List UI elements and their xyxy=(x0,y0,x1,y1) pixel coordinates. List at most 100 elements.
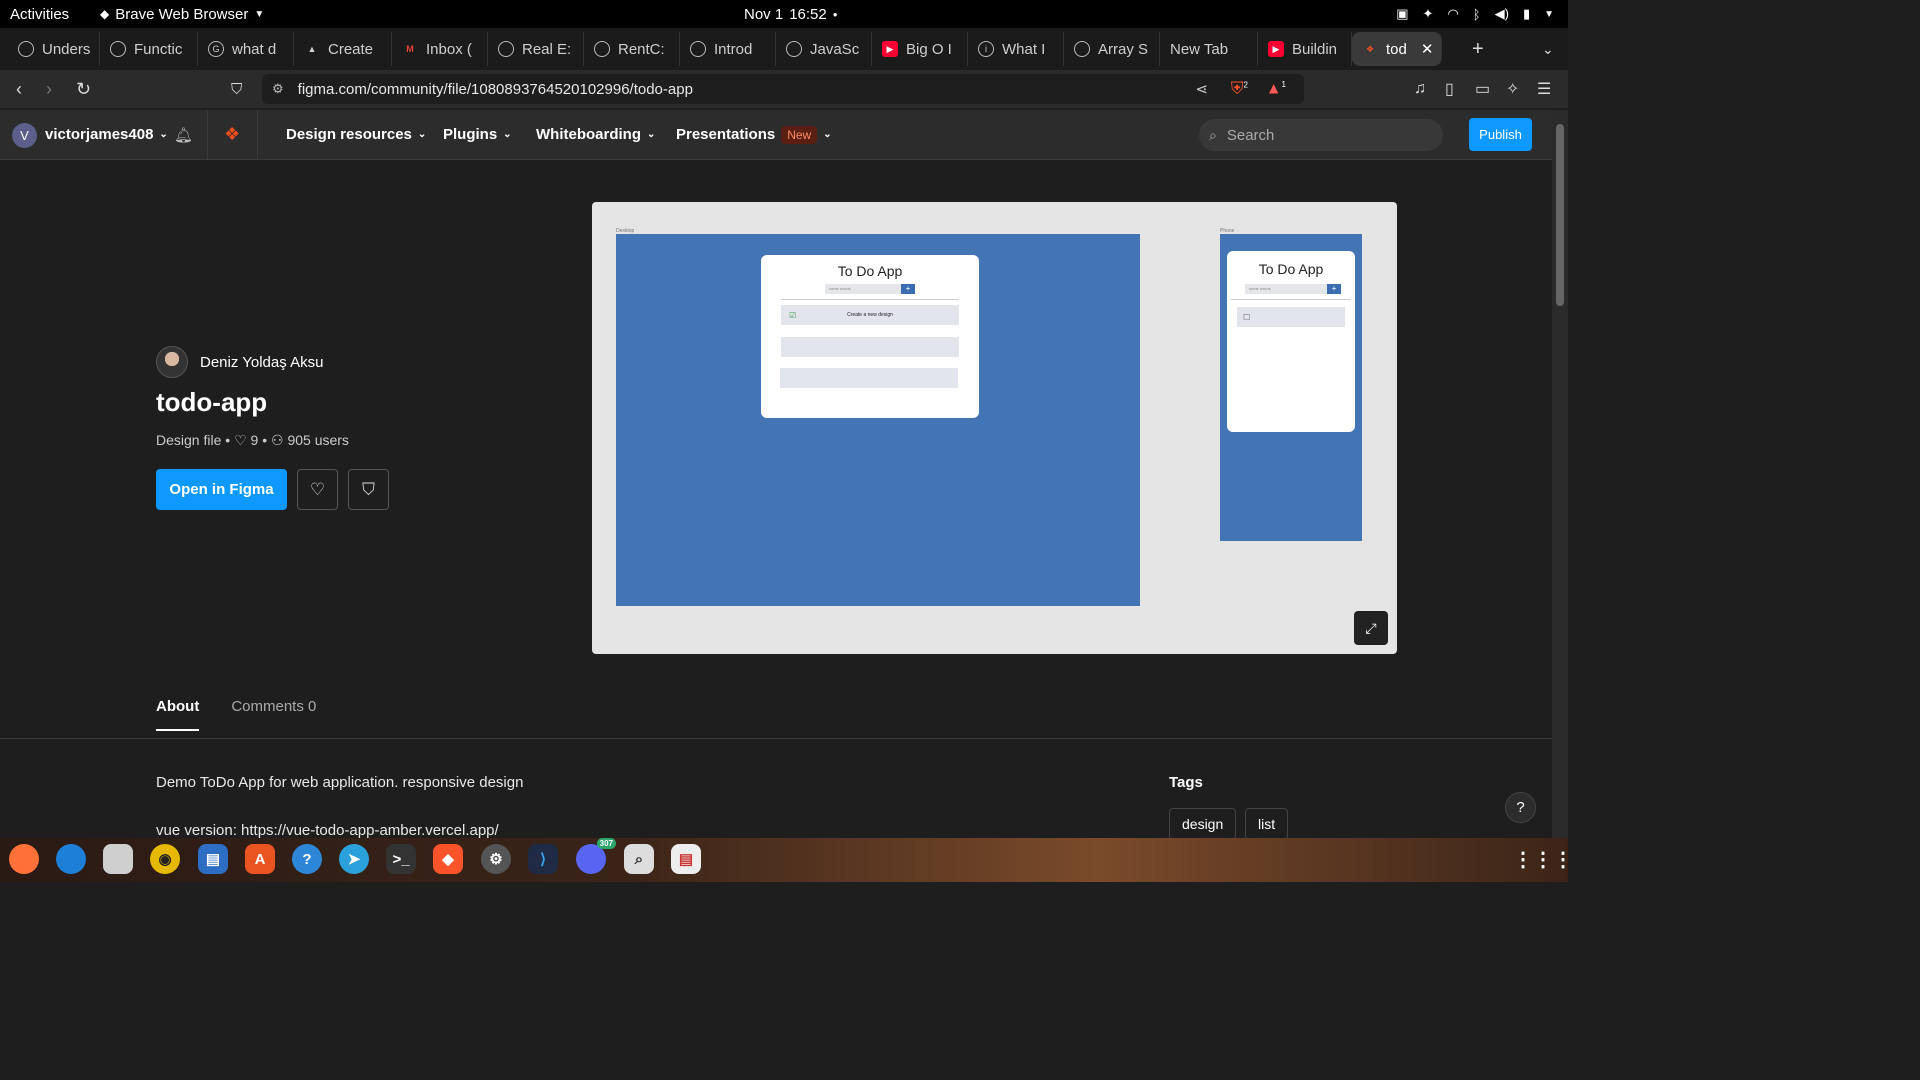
user-menu[interactable]: victorjames408 ⌄ xyxy=(45,126,168,143)
browser-tab[interactable]: i What I xyxy=(968,32,1064,66)
terminal-icon[interactable]: >_ xyxy=(386,844,416,874)
browser-tab[interactable]: RentC: xyxy=(584,32,680,66)
url-bar[interactable]: ⚙ figma.com/community/file/1080893764520… xyxy=(262,74,1304,104)
back-icon[interactable]: ‹ xyxy=(16,79,22,100)
browser-tab[interactable]: Array S xyxy=(1064,32,1160,66)
file-type: Design file xyxy=(156,432,222,448)
browser-tab[interactable]: Introd xyxy=(680,32,776,66)
help-app-icon[interactable]: ? xyxy=(292,844,322,874)
browser-tab[interactable]: Functic xyxy=(100,32,198,66)
browser-tab[interactable]: ▶ Big O I xyxy=(872,32,968,66)
sidebar-icon[interactable]: ▯ xyxy=(1445,79,1454,99)
tag-chip[interactable]: design xyxy=(1169,808,1237,840)
expand-icon[interactable]: ⤢ xyxy=(1354,611,1388,645)
tab-favicon-icon xyxy=(18,41,34,57)
reload-icon[interactable]: ↻ xyxy=(76,79,91,100)
discord-icon[interactable]: 307 xyxy=(576,838,616,874)
chevron-down-icon: ▼ xyxy=(254,8,265,20)
todo-input: some words xyxy=(825,284,901,294)
browser-tab[interactable]: Gwhat d xyxy=(198,32,294,66)
browser-tab[interactable]: Real E: xyxy=(488,32,584,66)
brave-rewards-icon[interactable]: ▲1 xyxy=(1266,80,1286,98)
help-icon[interactable]: ? xyxy=(1505,792,1536,823)
share-icon[interactable]: ⋖ xyxy=(1195,80,1208,98)
brave-icon[interactable]: ◆ xyxy=(433,844,463,874)
time: 16:52 xyxy=(789,5,827,23)
search-input[interactable]: ⌕ Search xyxy=(1199,119,1443,151)
document-viewer-icon[interactable]: ▤ xyxy=(671,844,701,874)
tab-about[interactable]: About xyxy=(156,698,200,731)
app-name: Brave Web Browser xyxy=(115,5,249,23)
menu-whiteboarding[interactable]: Whiteboarding ⌄ xyxy=(536,126,655,143)
open-in-figma-button[interactable]: Open in Figma xyxy=(156,469,287,510)
vscode-icon[interactable]: ⟩ xyxy=(528,844,558,874)
tag-chip[interactable]: list xyxy=(1245,808,1289,840)
author[interactable]: Deniz Yoldaş Aksu xyxy=(156,346,323,378)
todo-item xyxy=(781,337,959,357)
activities-button[interactable]: Activities xyxy=(10,6,69,23)
firefox-icon[interactable] xyxy=(9,844,39,874)
browser-tab-active[interactable]: ❖ tod ✕ xyxy=(1352,32,1442,66)
browser-tab[interactable]: New Tab xyxy=(1160,32,1258,66)
menu-plugins[interactable]: Plugins ⌄ xyxy=(443,126,512,143)
browser-tab[interactable]: ▲ Create xyxy=(294,32,392,66)
settings-icon[interactable]: ⚙ xyxy=(481,844,511,874)
new-tab-icon[interactable]: + xyxy=(1472,38,1484,61)
tags-heading: Tags xyxy=(1169,774,1203,791)
tab-comments[interactable]: Comments 0 xyxy=(231,698,316,731)
google-icon: G xyxy=(208,41,224,57)
rhythmbox-icon[interactable]: ◉ xyxy=(150,844,180,874)
system-tray[interactable]: ▣ ✦ ◠ ᛒ ◀) ▮ ▼ xyxy=(1396,6,1554,22)
tab-favicon-icon: ▲ xyxy=(307,44,317,54)
forward-icon[interactable]: › xyxy=(46,79,52,100)
bookmark-icon[interactable]: ⛉ xyxy=(231,81,242,98)
discord-badge: 307 xyxy=(596,838,616,849)
menu-presentations[interactable]: Presentations New ⌄ xyxy=(676,125,832,144)
bookmark-icon: ⛉ xyxy=(362,479,375,499)
todo-item-text: Create a new design xyxy=(847,312,893,318)
todo-card-phone: To Do App some words + ☐ xyxy=(1227,251,1355,432)
publish-button[interactable]: Publish xyxy=(1469,118,1532,151)
app-menu[interactable]: ◆ Brave Web Browser ▼ xyxy=(100,6,264,23)
leo-ai-icon[interactable]: ✧ xyxy=(1506,79,1519,99)
figma-logo-icon[interactable]: ❖ xyxy=(224,124,240,145)
brave-shields-icon[interactable]: ⛨2 xyxy=(1231,79,1248,99)
scrollbar-thumb[interactable] xyxy=(1556,124,1564,306)
save-button[interactable]: ⛉ xyxy=(348,469,389,510)
page-scrollbar[interactable] xyxy=(1552,110,1568,838)
browser-tab[interactable]: M Inbox ( xyxy=(392,32,488,66)
clock[interactable]: Nov 1 16:52 ● xyxy=(744,6,838,23)
todo-input: some words xyxy=(1245,284,1327,294)
bell-icon[interactable]: 🔔︎ xyxy=(174,126,193,144)
page-tabs: About Comments 0 xyxy=(156,698,316,731)
wifi-icon: ◠ xyxy=(1447,6,1459,21)
menu-design-resources[interactable]: Design resources ⌄ xyxy=(286,126,426,143)
vue-version-link[interactable]: vue version: https://vue-todo-app-amber.… xyxy=(156,822,499,839)
files-icon[interactable] xyxy=(103,844,133,874)
like-button[interactable]: ♡ xyxy=(297,469,338,510)
menu-icon[interactable]: ☰ xyxy=(1537,79,1551,99)
file-preview[interactable]: Desktop To Do App some words + ☑ Create … xyxy=(592,202,1397,654)
author-name: Deniz Yoldaş Aksu xyxy=(200,353,324,371)
writer-icon[interactable]: ▤ xyxy=(198,844,228,874)
telegram-icon[interactable]: ➤ xyxy=(339,844,369,874)
wallet-icon[interactable]: ▭ xyxy=(1475,79,1490,99)
music-icon[interactable]: ♫ xyxy=(1414,80,1426,98)
browser-tab[interactable]: Unders xyxy=(8,32,100,66)
tab-favicon-icon xyxy=(594,41,610,57)
tabs-divider xyxy=(0,738,1552,739)
checkbox-checked-icon: ☑ xyxy=(789,310,797,320)
search-placeholder: Search xyxy=(1226,126,1275,144)
app-grid-icon[interactable]: ⋮⋮⋮ xyxy=(1513,844,1573,874)
user-avatar[interactable]: V xyxy=(12,123,37,148)
chevron-down-icon: ⌄ xyxy=(417,129,427,140)
site-settings-icon[interactable]: ⚙ xyxy=(272,81,284,97)
software-icon[interactable]: A xyxy=(245,844,275,874)
tab-list-chevron-icon[interactable]: ⌄ xyxy=(1542,41,1554,58)
browser-tab[interactable]: JavaSc xyxy=(776,32,872,66)
image-viewer-icon[interactable]: ⌕ xyxy=(624,844,654,874)
likes-count: 9 xyxy=(250,432,259,448)
browser-tab[interactable]: ▶ Buildin xyxy=(1258,32,1352,66)
thunderbird-icon[interactable] xyxy=(56,844,86,874)
close-tab-icon[interactable]: ✕ xyxy=(1421,40,1434,58)
